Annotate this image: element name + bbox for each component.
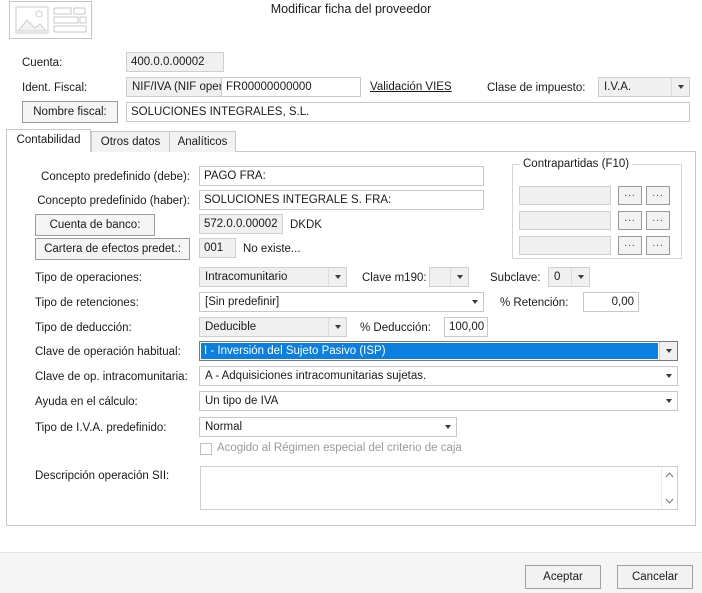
tipo-retenciones-label: Tipo de retenciones: bbox=[35, 297, 139, 309]
tab-contabilidad[interactable]: Contabilidad bbox=[6, 129, 91, 152]
pct-deduccion-field[interactable]: 100,00 bbox=[444, 317, 488, 337]
chevron-down-icon[interactable] bbox=[450, 268, 468, 286]
contrapartida-browse-1a[interactable]: ... bbox=[618, 186, 642, 205]
chevron-down-icon[interactable] bbox=[659, 342, 677, 360]
tab-analiticos-label: Analíticos bbox=[177, 136, 228, 148]
descripcion-sii-textarea[interactable] bbox=[200, 466, 678, 510]
cancel-button[interactable]: Cancelar bbox=[617, 565, 693, 589]
subclave-label: Subclave: bbox=[490, 272, 541, 284]
contrapartidas-title: Contrapartidas (F10) bbox=[520, 158, 633, 170]
dialog-header: Modificar ficha del proveedor bbox=[0, 0, 702, 40]
subclave-select[interactable]: 0 bbox=[548, 267, 590, 287]
descripcion-sii-scrollbar[interactable] bbox=[661, 467, 677, 509]
clase-impuesto-select[interactable]: I.V.A. bbox=[598, 77, 690, 97]
cuenta-banco-suffix: DKDK bbox=[290, 219, 322, 231]
tipo-retenciones-select[interactable]: [Sin predefinir] bbox=[199, 292, 484, 312]
concepto-debe-label: Concepto predefinido (debe): bbox=[41, 171, 190, 183]
clave-operacion-habitual-select[interactable]: I - Inversión del Sujeto Pasivo (ISP) bbox=[199, 341, 678, 361]
concepto-haber-label: Concepto predefinido (haber): bbox=[37, 195, 190, 207]
tipo-deduccion-select[interactable]: Deducible bbox=[199, 317, 347, 337]
cuenta-banco-field[interactable]: 572.0.0.00002 bbox=[199, 214, 283, 234]
clave-m190-label: Clave m190: bbox=[362, 272, 427, 284]
footer-gap bbox=[0, 526, 702, 552]
tab-otros-datos[interactable]: Otros datos bbox=[91, 131, 170, 152]
dialog-footer: Aceptar Cancelar bbox=[0, 552, 702, 593]
concepto-haber-field[interactable]: SOLUCIONES INTEGRALE S. FRA: bbox=[199, 190, 484, 210]
chevron-down-icon[interactable] bbox=[439, 418, 456, 436]
cuenta-banco-button[interactable]: Cuenta de banco: bbox=[35, 214, 155, 236]
tipo-retenciones-value: [Sin predefinir] bbox=[205, 296, 280, 308]
contrapartida-browse-3b[interactable]: ... bbox=[646, 236, 670, 255]
cartera-efectos-button[interactable]: Cartera de efectos predet.: bbox=[35, 238, 190, 260]
tab-otros-datos-label: Otros datos bbox=[100, 136, 161, 148]
validacion-vies-link[interactable]: Validación VIES bbox=[370, 81, 452, 93]
chevron-down-icon[interactable] bbox=[660, 367, 677, 385]
tipo-operaciones-select[interactable]: Intracomunitario bbox=[199, 267, 347, 287]
scroll-up-icon[interactable] bbox=[662, 468, 677, 482]
pct-retencion-label: % Retención: bbox=[500, 297, 569, 309]
contrapartida-browse-2a[interactable]: ... bbox=[618, 211, 642, 230]
clave-op-intracomunitaria-select[interactable]: A - Adquisiciones intracomunitarias suje… bbox=[199, 366, 678, 386]
chevron-down-icon[interactable] bbox=[466, 293, 483, 311]
contrapartida-browse-3a[interactable]: ... bbox=[618, 236, 642, 255]
contrapartida-browse-1b[interactable]: ... bbox=[646, 186, 670, 205]
cartera-efectos-suffix: No existe... bbox=[243, 243, 301, 255]
contrapartida-field-2[interactable] bbox=[519, 211, 611, 230]
cuenta-field[interactable]: 400.0.0.00002 bbox=[126, 52, 224, 72]
accept-button[interactable]: Aceptar bbox=[525, 565, 601, 589]
chevron-down-icon[interactable] bbox=[660, 392, 677, 410]
tipo-deduccion-value: Deducible bbox=[205, 321, 257, 333]
ident-fiscal-number-field[interactable]: FR00000000000 bbox=[221, 77, 361, 97]
chevron-down-icon[interactable] bbox=[328, 318, 346, 336]
tipo-operaciones-label: Tipo de operaciones: bbox=[35, 272, 142, 284]
tipo-deduccion-label: Tipo de deducción: bbox=[35, 322, 132, 334]
ident-fiscal-label: Ident. Fiscal: bbox=[22, 82, 88, 94]
cartera-efectos-field[interactable]: 001 bbox=[199, 238, 236, 258]
clase-impuesto-value: I.V.A. bbox=[604, 81, 632, 93]
pct-deduccion-label: % Deducción: bbox=[360, 322, 431, 334]
contrapartida-field-1[interactable] bbox=[519, 186, 611, 205]
descripcion-sii-label: Descripción operación SII: bbox=[35, 470, 170, 482]
clave-operacion-habitual-label: Clave de operación habitual: bbox=[35, 346, 181, 358]
clave-m190-select[interactable] bbox=[429, 267, 469, 287]
ayuda-calculo-label: Ayuda en el cálculo: bbox=[35, 396, 138, 408]
page-title: Modificar ficha del proveedor bbox=[270, 2, 432, 16]
clave-operacion-habitual-value: I - Inversión del Sujeto Pasivo (ISP) bbox=[201, 343, 658, 359]
ayuda-calculo-select[interactable]: Un tipo de IVA bbox=[199, 391, 678, 411]
tabstrip: Contabilidad Otros datos Analíticos bbox=[6, 129, 696, 152]
clase-impuesto-label: Clase de impuesto: bbox=[487, 82, 586, 94]
chevron-down-icon[interactable] bbox=[328, 268, 346, 286]
chevron-down-icon[interactable] bbox=[671, 78, 689, 96]
contrapartida-field-3[interactable] bbox=[519, 236, 611, 255]
ident-fiscal-type-value: NIF/IVA (NIF oper bbox=[132, 81, 223, 93]
clave-op-intracomunitaria-label: Clave de op. intracomunitaria: bbox=[35, 371, 188, 383]
regimen-caja-checkbox[interactable] bbox=[200, 443, 212, 455]
subclave-value: 0 bbox=[554, 271, 561, 283]
chevron-down-icon[interactable] bbox=[571, 268, 589, 286]
clave-op-intracomunitaria-value: A - Adquisiciones intracomunitarias suje… bbox=[205, 370, 427, 382]
tipo-iva-predefinido-select[interactable]: Normal bbox=[199, 417, 457, 437]
scroll-down-icon[interactable] bbox=[662, 494, 677, 508]
tab-contabilidad-label: Contabilidad bbox=[16, 134, 81, 146]
contrapartida-browse-2b[interactable]: ... bbox=[646, 211, 670, 230]
ayuda-calculo-value: Un tipo de IVA bbox=[205, 395, 279, 407]
pct-retencion-field[interactable]: 0,00 bbox=[583, 292, 639, 312]
cuenta-label: Cuenta: bbox=[22, 57, 63, 69]
regimen-caja-label: Acogido al Régimen especial del criterio… bbox=[217, 442, 462, 454]
tipo-iva-predefinido-value: Normal bbox=[205, 421, 243, 433]
concepto-debe-field[interactable]: PAGO FRA: bbox=[199, 166, 484, 186]
tipo-iva-predefinido-label: Tipo de I.V.A. predefinido: bbox=[35, 422, 167, 434]
tab-analiticos[interactable]: Analíticos bbox=[169, 131, 236, 152]
tipo-operaciones-value: Intracomunitario bbox=[205, 271, 288, 283]
nombre-fiscal-field[interactable]: SOLUCIONES INTEGRALES, S.L. bbox=[126, 102, 690, 122]
nombre-fiscal-button[interactable]: Nombre fiscal: bbox=[22, 101, 118, 123]
